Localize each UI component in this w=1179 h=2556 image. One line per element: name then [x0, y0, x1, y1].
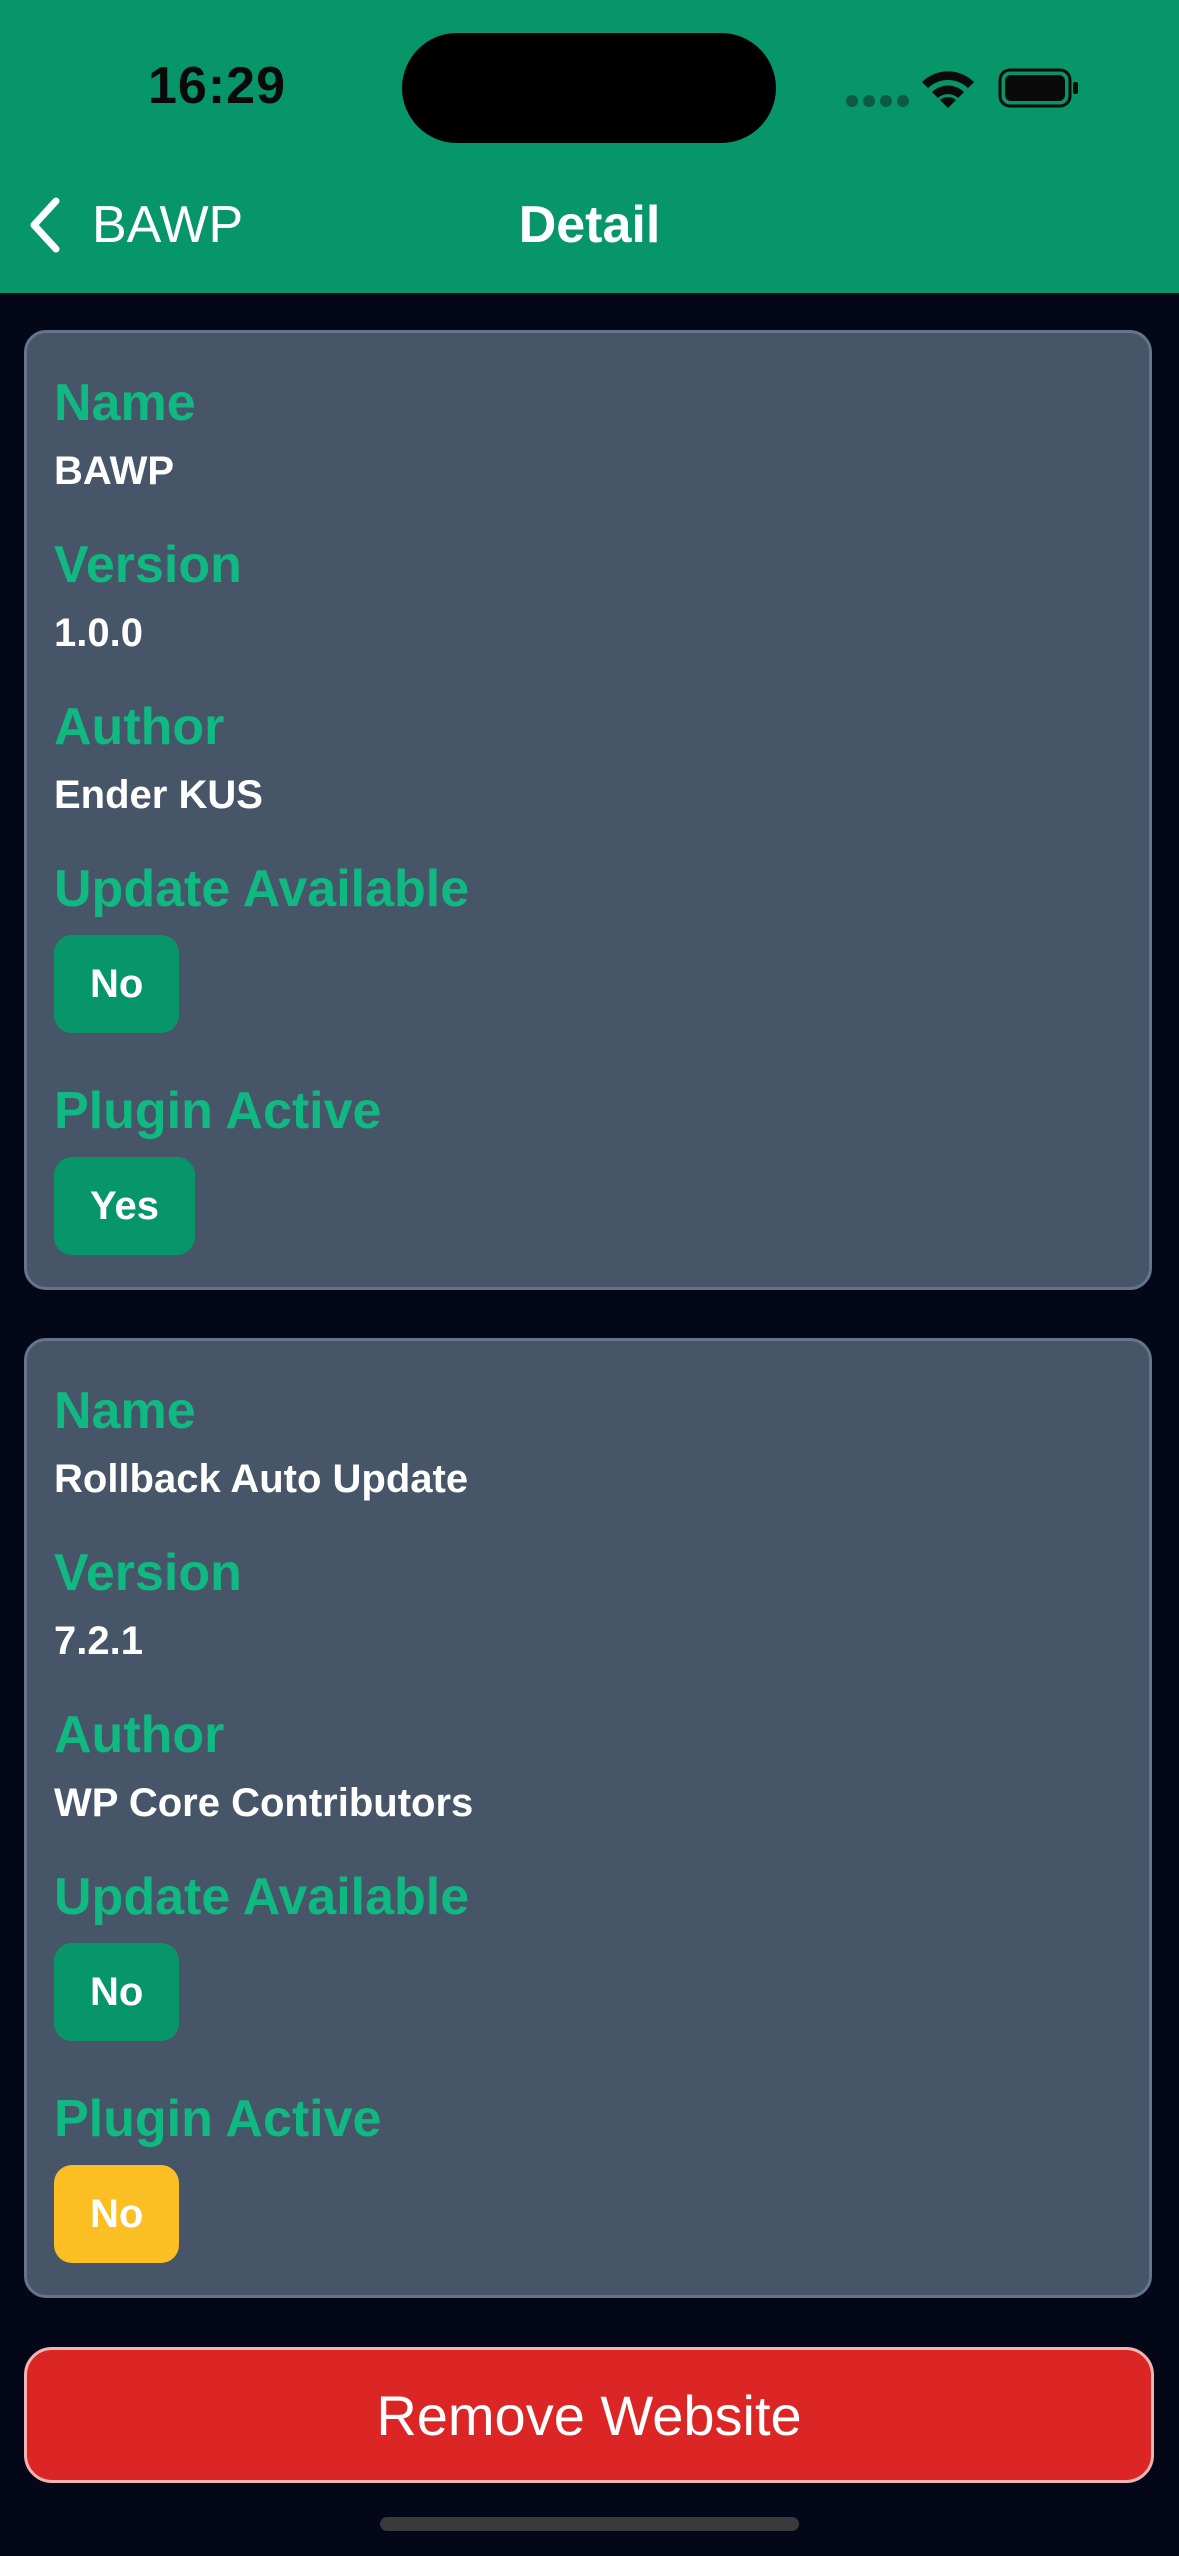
author-label: Author	[54, 698, 225, 756]
plugin-active-badge: Yes	[54, 1157, 195, 1255]
update-available-badge: No	[54, 935, 180, 1033]
home-indicator[interactable]	[380, 2517, 799, 2531]
version-value: 1.0.0	[54, 611, 143, 655]
update-available-badge: No	[54, 1943, 180, 2041]
name-label: Name	[54, 1382, 196, 1440]
update-available-label: Update Available	[54, 860, 470, 918]
cellular-signal-icon	[846, 94, 914, 112]
update-available-label: Update Available	[54, 1868, 470, 1926]
dynamic-island	[402, 33, 776, 143]
version-label: Version	[54, 1544, 242, 1602]
remove-website-button[interactable]: Remove Website	[24, 2347, 1154, 2483]
name-value: Rollback Auto Update	[54, 1457, 469, 1501]
author-value: Ender KUS	[54, 773, 263, 817]
name-value: BAWP	[54, 449, 174, 493]
plugin-active-label: Plugin Active	[54, 2090, 382, 2148]
plugin-card: Name BAWP Version 1.0.0 Author Ender KUS…	[24, 330, 1152, 1290]
name-label: Name	[54, 374, 196, 432]
battery-icon	[998, 68, 1078, 108]
version-value: 7.2.1	[54, 1619, 143, 1663]
plugin-card: Name Rollback Auto Update Version 7.2.1 …	[24, 1338, 1152, 2298]
wifi-icon	[922, 71, 974, 108]
author-label: Author	[54, 1706, 225, 1764]
page-title: Detail	[518, 196, 661, 254]
plugin-active-label: Plugin Active	[54, 1082, 382, 1140]
nav-header: 16:29 BAWP Detail	[0, 0, 1179, 293]
version-label: Version	[54, 536, 242, 594]
plugin-active-badge: No	[54, 2165, 180, 2263]
author-value: WP Core Contributors	[54, 1781, 474, 1825]
status-time: 16:29	[148, 57, 286, 115]
